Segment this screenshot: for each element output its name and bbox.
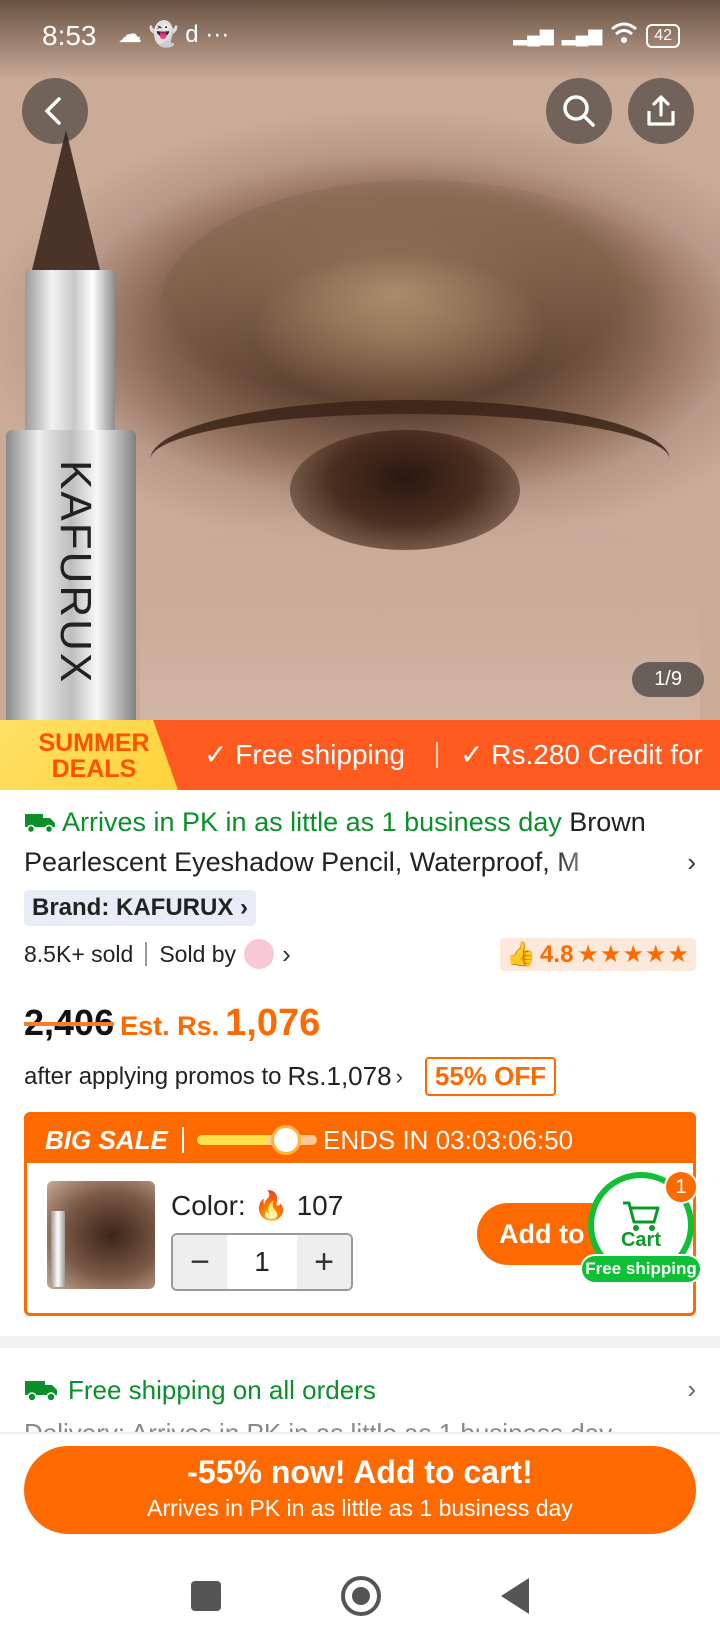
cta-line2: Arrives in PK in as little as 1 business… xyxy=(147,1495,573,1521)
cart-free-shipping-pill: Free shipping xyxy=(580,1254,702,1284)
promo-row[interactable]: after applying promos to Rs.1,078 › 55% … xyxy=(24,1057,696,1096)
product-thumbnail[interactable] xyxy=(47,1181,155,1289)
original-price: 2,406 xyxy=(24,1002,115,1043)
title-part2: Pearlescent Eyeshadow Pencil, Waterproof… xyxy=(24,847,580,877)
home-button[interactable] xyxy=(341,1576,381,1616)
product-page: KAFURUX 8:53 ☁ 👻 d ··· ▂▄▆ ▂▄▆ 42 1/9 SU… xyxy=(0,0,720,1640)
sales-row: 8.5K+ sold Sold by › 👍 4.8 ★★★★★ xyxy=(24,934,696,974)
brand-tag[interactable]: Brand: KAFURUX › xyxy=(24,890,256,926)
chevron-right-icon: › xyxy=(395,1063,403,1089)
pencil-tip xyxy=(32,130,100,270)
chevron-left-icon xyxy=(44,97,61,125)
price-row: 2,406 Est. Rs. 1,076 xyxy=(24,1002,696,1045)
pencil-product-photo: KAFURUX xyxy=(0,130,140,720)
back-button[interactable] xyxy=(22,78,88,144)
search-icon xyxy=(563,95,595,127)
back-nav-button[interactable] xyxy=(501,1578,529,1614)
decrement-button[interactable]: − xyxy=(173,1235,227,1289)
chevron-right-icon: › xyxy=(687,1374,696,1404)
badge-line1: SUMMER xyxy=(38,729,150,757)
divider xyxy=(145,942,148,966)
sale-countdown: ENDS IN 03:03:06:50 xyxy=(323,1125,574,1155)
product-info: Arrives in PK in as little as 1 business… xyxy=(24,802,696,1096)
color-count: 107 xyxy=(296,1189,344,1221)
flame-icon: 🔥 xyxy=(253,1190,289,1221)
wifi-icon xyxy=(610,22,638,49)
status-right: ▂▄▆ ▂▄▆ 42 xyxy=(513,22,680,49)
share-button[interactable] xyxy=(628,78,694,144)
divider xyxy=(182,1127,184,1153)
chevron-right-icon[interactable]: › xyxy=(282,939,291,970)
status-time: 8:53 xyxy=(42,20,97,51)
arrival-text: Arrives in PK in as little as 1 business… xyxy=(62,807,562,837)
rating-stars: ★★★★★ xyxy=(577,941,690,968)
title-part1: Brown xyxy=(561,807,646,837)
discount-badge: 55% OFF xyxy=(424,1057,557,1096)
delivery-truck-icon xyxy=(25,1381,57,1402)
quantity-stepper: − 1 + xyxy=(171,1233,353,1291)
promo-price: Rs.1,078 xyxy=(287,1061,392,1091)
thumbs-up-icon: 👍 xyxy=(506,941,537,968)
chevron-right-icon: › xyxy=(240,894,248,921)
arrival-highlight: Arrives in PK in as little as 1 business… xyxy=(24,807,562,837)
section-divider xyxy=(0,1336,720,1348)
signal-icon: ▂▄▆ xyxy=(513,25,554,45)
big-sale-label: BIG SALE xyxy=(45,1125,168,1155)
image-counter: 1/9 xyxy=(632,662,704,697)
sale-progress-fill xyxy=(197,1135,269,1145)
lash-line xyxy=(150,400,670,520)
cart-icon xyxy=(623,1201,660,1231)
seller-avatar[interactable] xyxy=(244,939,275,969)
rating-value: 4.8 xyxy=(540,940,574,968)
current-price: 1,076 xyxy=(225,1002,321,1044)
delivery-truck-icon xyxy=(25,814,55,834)
cart-count-badge: 1 xyxy=(664,1170,698,1204)
notification-icons: ☁ 👻 d ··· xyxy=(118,21,230,48)
status-bar: 8:53 ☁ 👻 d ··· ▂▄▆ ▂▄▆ 42 xyxy=(0,0,720,70)
badge-line2: DEALS xyxy=(51,755,137,783)
big-sale-header: BIG SALE ENDS IN 03:03:06:50 xyxy=(27,1115,693,1163)
system-nav-bar xyxy=(0,1552,720,1640)
pencil-brand-text: KAFURUX xyxy=(51,460,100,685)
add-to-cart-cta[interactable]: -55% now! Add to cart! Arrives in PK in … xyxy=(24,1446,696,1534)
cta-line1: -55% now! Add to cart! xyxy=(187,1454,533,1490)
perk-free-shipping: ✓ Free shipping xyxy=(204,739,405,770)
search-button[interactable] xyxy=(546,78,612,144)
battery-icon: 42 xyxy=(646,23,680,48)
eyeshadow-shimmer xyxy=(160,180,680,430)
product-image-carousel[interactable]: KAFURUX 8:53 ☁ 👻 d ··· ▂▄▆ ▂▄▆ 42 1/9 xyxy=(0,0,720,720)
est-label: Est. Rs. xyxy=(120,1011,220,1041)
signal-icon-2: ▂▄▆ xyxy=(561,25,603,45)
summer-deals-badge: SUMMER DEALS xyxy=(0,720,178,790)
share-icon xyxy=(647,95,675,126)
recents-button[interactable] xyxy=(191,1581,221,1611)
rating-badge[interactable]: 👍 4.8 ★★★★★ xyxy=(500,938,696,971)
increment-button[interactable]: + xyxy=(297,1235,351,1289)
product-title-line2[interactable]: Pearlescent Eyeshadow Pencil, Waterproof… xyxy=(24,842,696,882)
cart-label: Cart xyxy=(620,1228,661,1251)
sold-count: 8.5K+ sold xyxy=(24,940,134,967)
sold-by-label: Sold by xyxy=(159,940,237,967)
product-title[interactable]: Arrives in PK in as little as 1 business… xyxy=(24,802,696,842)
quantity-value[interactable]: 1 xyxy=(227,1235,297,1289)
divider xyxy=(0,1432,720,1434)
perk-divider xyxy=(436,742,438,768)
promo-prefix: after applying promos to xyxy=(24,1062,282,1090)
delivery-peek: Delivery: Arrives in PK in as little as … xyxy=(24,1418,696,1432)
color-label: Color: xyxy=(171,1189,246,1221)
shipping-row[interactable]: Free shipping on all orders › xyxy=(24,1370,696,1410)
shipping-text: Free shipping on all orders xyxy=(68,1374,376,1405)
perk-credit: ✓ Rs.280 Credit for xyxy=(460,739,703,770)
pencil-thumbnail xyxy=(51,1211,65,1287)
chevron-right-icon: › xyxy=(687,847,696,877)
brand-label: Brand: KAFURUX xyxy=(32,894,234,921)
promo-banner[interactable]: SUMMER DEALS ✓ Free shipping ✓ Rs.280 Cr… xyxy=(0,720,720,790)
color-selector[interactable]: Color: 🔥 107 xyxy=(171,1189,343,1222)
clock-icon xyxy=(271,1125,301,1155)
